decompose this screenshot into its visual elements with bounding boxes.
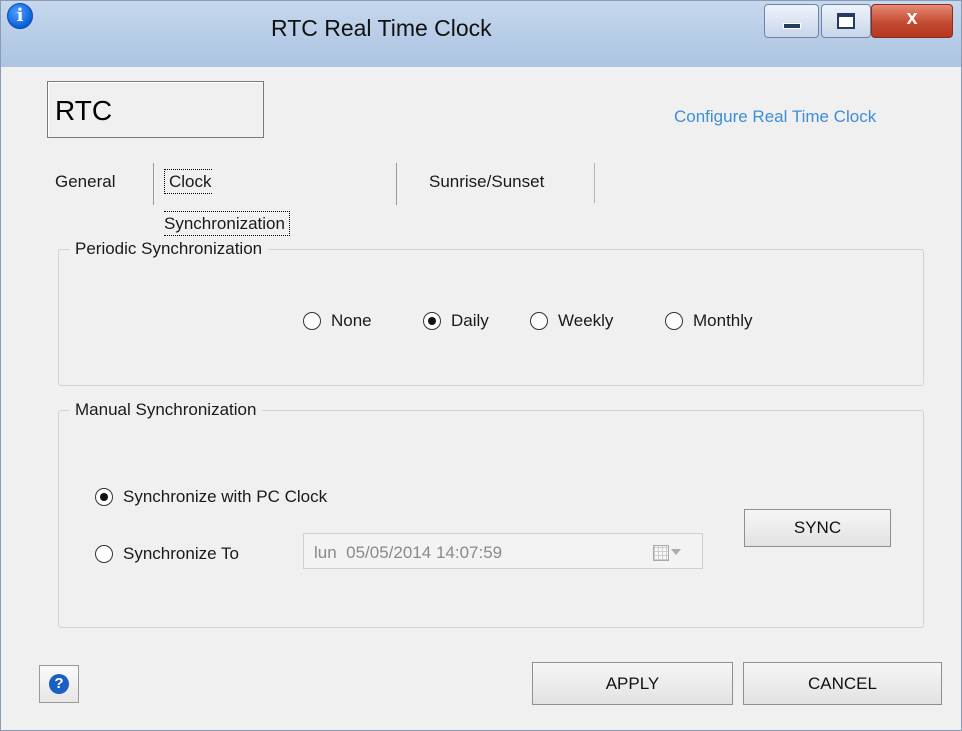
maximize-button[interactable] [821, 4, 871, 38]
datetime-value: lun 05/05/2014 14:07:59 [314, 543, 503, 562]
radio-sync-pc-clock[interactable]: Synchronize with PC Clock [95, 487, 327, 507]
sync-button[interactable]: SYNC [744, 509, 891, 547]
apply-button[interactable]: APPLY [532, 662, 733, 705]
radio-sync-to-dot [95, 545, 113, 563]
window-title: RTC Real Time Clock [271, 15, 492, 41]
close-icon: x [906, 7, 918, 29]
chevron-down-icon [671, 549, 681, 555]
radio-sync-to-label: Synchronize To [123, 544, 239, 563]
radio-sync-pc-clock-dot [95, 488, 113, 506]
radio-weekly[interactable]: Weekly [530, 311, 613, 331]
title-bar[interactable]: i RTC Real Time Clock x [1, 1, 961, 67]
manual-sync-legend: Manual Synchronization [69, 400, 263, 420]
radio-sync-to[interactable]: Synchronize To [95, 544, 239, 564]
help-button[interactable]: ? [39, 665, 79, 703]
radio-none-dot [303, 312, 321, 330]
radio-weekly-label: Weekly [558, 311, 614, 330]
info-icon: i [7, 3, 33, 29]
radio-daily-label: Daily [451, 311, 489, 330]
radio-monthly-dot [665, 312, 683, 330]
rtc-window: i RTC Real Time Clock x RTC Configure Re… [0, 0, 962, 731]
radio-monthly[interactable]: Monthly [665, 311, 753, 331]
radio-daily-dot [423, 312, 441, 330]
maximize-icon [837, 13, 855, 29]
cancel-button[interactable]: CANCEL [743, 662, 942, 705]
radio-daily[interactable]: Daily [423, 311, 489, 331]
help-icon: ? [49, 674, 69, 694]
configure-link[interactable]: Configure Real Time Clock [674, 107, 876, 127]
close-button[interactable]: x [871, 4, 953, 38]
radio-weekly-dot [530, 312, 548, 330]
minimize-icon [783, 23, 801, 29]
minimize-button[interactable] [764, 4, 819, 38]
periodic-sync-legend: Periodic Synchronization [69, 239, 269, 259]
device-name: RTC [55, 95, 113, 126]
datetime-picker[interactable]: lun 05/05/2014 14:07:59 [303, 533, 703, 569]
device-name-box: RTC [47, 81, 264, 138]
tab-sunrise-sunset[interactable]: Sunrise/Sunset [429, 161, 544, 203]
radio-none[interactable]: None [303, 311, 372, 331]
periodic-sync-group: Periodic Synchronization [58, 239, 924, 386]
radio-none-label: None [331, 311, 372, 330]
tab-clock-synchronization-label: Clock Synchronization [164, 169, 290, 236]
tab-clock-synchronization[interactable]: Clock Synchronization [164, 161, 290, 236]
calendar-icon [653, 545, 669, 561]
tab-divider [594, 163, 595, 203]
radio-sync-pc-clock-label: Synchronize with PC Clock [123, 487, 328, 506]
tab-general[interactable]: General [55, 161, 115, 203]
radio-monthly-label: Monthly [693, 311, 753, 330]
